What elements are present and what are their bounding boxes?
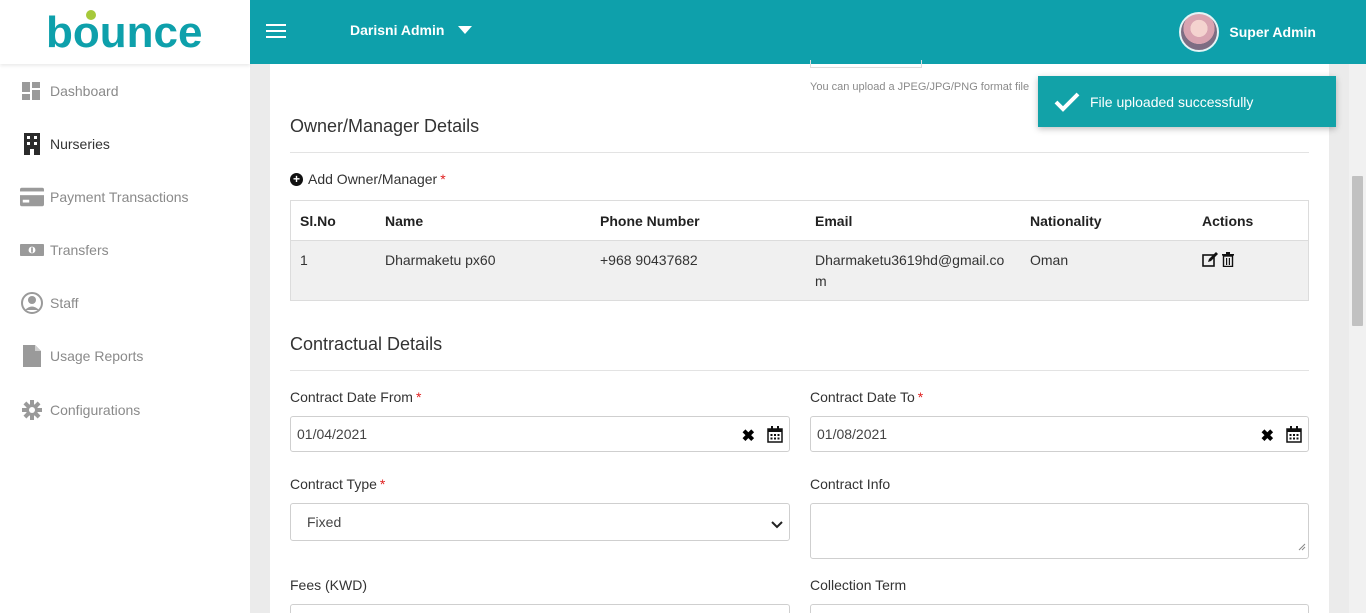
chevron-down-icon	[771, 516, 783, 532]
required-mark: *	[917, 389, 924, 405]
fees-input[interactable]	[290, 604, 790, 613]
file-icon	[20, 344, 44, 368]
cell-email: Dharmaketu3619hd@gmail.com	[815, 252, 1005, 289]
sidebar-item-label: Payment Transactions	[50, 189, 189, 205]
sidebar-item-configurations[interactable]: Configurations	[0, 395, 250, 425]
sidebar-item-label: Usage Reports	[50, 348, 144, 364]
sidebar-item-label: Nurseries	[50, 136, 110, 152]
avatar	[1179, 12, 1220, 52]
sidebar-item-payment-transactions[interactable]: Payment Transactions	[0, 182, 250, 212]
input-value: 01/04/2021	[297, 426, 368, 442]
sidebar: bounce Dashboard Nurseries Payment Trans…	[0, 0, 250, 613]
contract-info-textarea[interactable]	[810, 503, 1309, 559]
contract-date-to-label: Contract Date To *	[810, 389, 923, 405]
upload-field[interactable]	[810, 60, 922, 68]
label-text: Contract Type	[290, 476, 377, 492]
logo-text: bounce	[46, 9, 202, 55]
column-header-actions: Actions	[1202, 213, 1254, 229]
contract-section-title: Contractual Details	[290, 334, 443, 354]
cell-phone: +968 90437682	[600, 252, 698, 268]
clear-icon[interactable]: ✖	[1261, 426, 1274, 446]
dashboard-icon	[20, 79, 44, 103]
contract-date-to-input[interactable]: 01/08/2021 ✖	[810, 416, 1309, 452]
building-icon	[20, 132, 44, 156]
sidebar-item-label: Transfers	[50, 242, 109, 258]
input-value: 01/08/2021	[817, 426, 888, 442]
contract-type-select[interactable]: Fixed	[290, 503, 790, 541]
nursery-form-card: You can upload a JPEG/JPG/PNG format fil…	[270, 60, 1329, 613]
cell-slno: 1	[300, 252, 308, 268]
sidebar-item-transfers[interactable]: Transfers	[0, 235, 250, 265]
credit-card-icon	[20, 185, 44, 209]
sidebar-item-label: Staff	[50, 295, 79, 311]
page-scrollbar[interactable]	[1349, 64, 1366, 613]
upload-hint: You can upload a JPEG/JPG/PNG format fil…	[810, 81, 1030, 93]
bounce-logo-icon: bounce	[46, 9, 202, 55]
success-toast[interactable]: File uploaded successfully	[1038, 76, 1336, 127]
divider	[290, 370, 1309, 371]
select-value: Fixed	[307, 514, 342, 530]
gear-icon	[20, 398, 44, 422]
calendar-icon[interactable]	[1286, 426, 1302, 446]
toast-message: File uploaded successfully	[1090, 93, 1254, 110]
cell-name: Dharmaketu px60	[385, 252, 496, 268]
label-text: Contract Date To	[810, 389, 915, 405]
cell-nationality: Oman	[1030, 252, 1069, 268]
logo-dot-icon	[86, 10, 96, 20]
plus-circle-icon: +	[290, 172, 303, 186]
admin-switcher-dropdown[interactable]: Darisni Admin	[350, 22, 473, 38]
calendar-icon[interactable]	[767, 426, 783, 446]
divider	[290, 152, 1309, 153]
edit-icon[interactable]	[1202, 252, 1218, 272]
hamburger-menu-icon[interactable]	[266, 24, 286, 40]
owners-table: Sl.No Name Phone Number Email Nationalit…	[290, 200, 1309, 301]
contract-type-label: Contract Type *	[290, 476, 385, 492]
user-circle-icon	[20, 291, 44, 315]
sidebar-item-label: Dashboard	[50, 83, 119, 99]
row-actions	[1202, 252, 1234, 272]
collection-term-label: Collection Term	[810, 577, 907, 593]
user-menu[interactable]: Super Admin	[1179, 12, 1316, 52]
required-mark: *	[379, 476, 386, 492]
clear-icon[interactable]: ✖	[742, 426, 755, 446]
contract-date-from-input[interactable]: 01/04/2021 ✖	[290, 416, 790, 452]
label-text: Contract Date From	[290, 389, 413, 405]
column-header-nationality: Nationality	[1030, 213, 1102, 229]
scrollbar-thumb[interactable]	[1352, 176, 1363, 326]
bounce-logo[interactable]: bounce	[0, 0, 250, 64]
fees-label: Fees (KWD)	[290, 577, 367, 593]
sidebar-item-dashboard[interactable]: Dashboard	[0, 76, 250, 106]
sidebar-item-staff[interactable]: Staff	[0, 288, 250, 318]
add-owner-button[interactable]: + Add Owner/Manager *	[290, 171, 446, 187]
table-header: Sl.No Name Phone Number Email Nationalit…	[291, 201, 1308, 241]
sidebar-item-nurseries[interactable]: Nurseries	[0, 129, 250, 159]
required-mark: *	[415, 389, 422, 405]
sidebar-item-usage-reports[interactable]: Usage Reports	[0, 341, 250, 371]
collection-term-input[interactable]	[810, 604, 1309, 613]
sidebar-item-label: Configurations	[50, 402, 141, 418]
required-mark: *	[440, 171, 446, 187]
checkmark-icon	[1054, 92, 1080, 112]
top-bar: Darisni Admin Super Admin	[250, 0, 1366, 64]
contract-date-from-label: Contract Date From *	[290, 389, 421, 405]
table-row: 1 Dharmaketu px60 +968 90437682 Dharmake…	[291, 241, 1308, 300]
owner-section-title: Owner/Manager Details	[290, 116, 480, 136]
caret-down-icon	[458, 26, 473, 34]
column-header-slno: Sl.No	[300, 213, 336, 229]
column-header-email: Email	[815, 213, 853, 229]
add-owner-label: Add Owner/Manager	[308, 171, 438, 187]
column-header-phone: Phone Number	[600, 213, 700, 229]
resize-grip-icon[interactable]	[1298, 538, 1306, 556]
contract-info-label: Contract Info	[810, 476, 891, 492]
money-bill-icon	[20, 238, 44, 262]
column-header-name: Name	[385, 213, 424, 229]
trash-icon[interactable]	[1222, 252, 1234, 272]
user-name: Super Admin	[1229, 24, 1316, 40]
admin-name: Darisni Admin	[350, 22, 445, 38]
